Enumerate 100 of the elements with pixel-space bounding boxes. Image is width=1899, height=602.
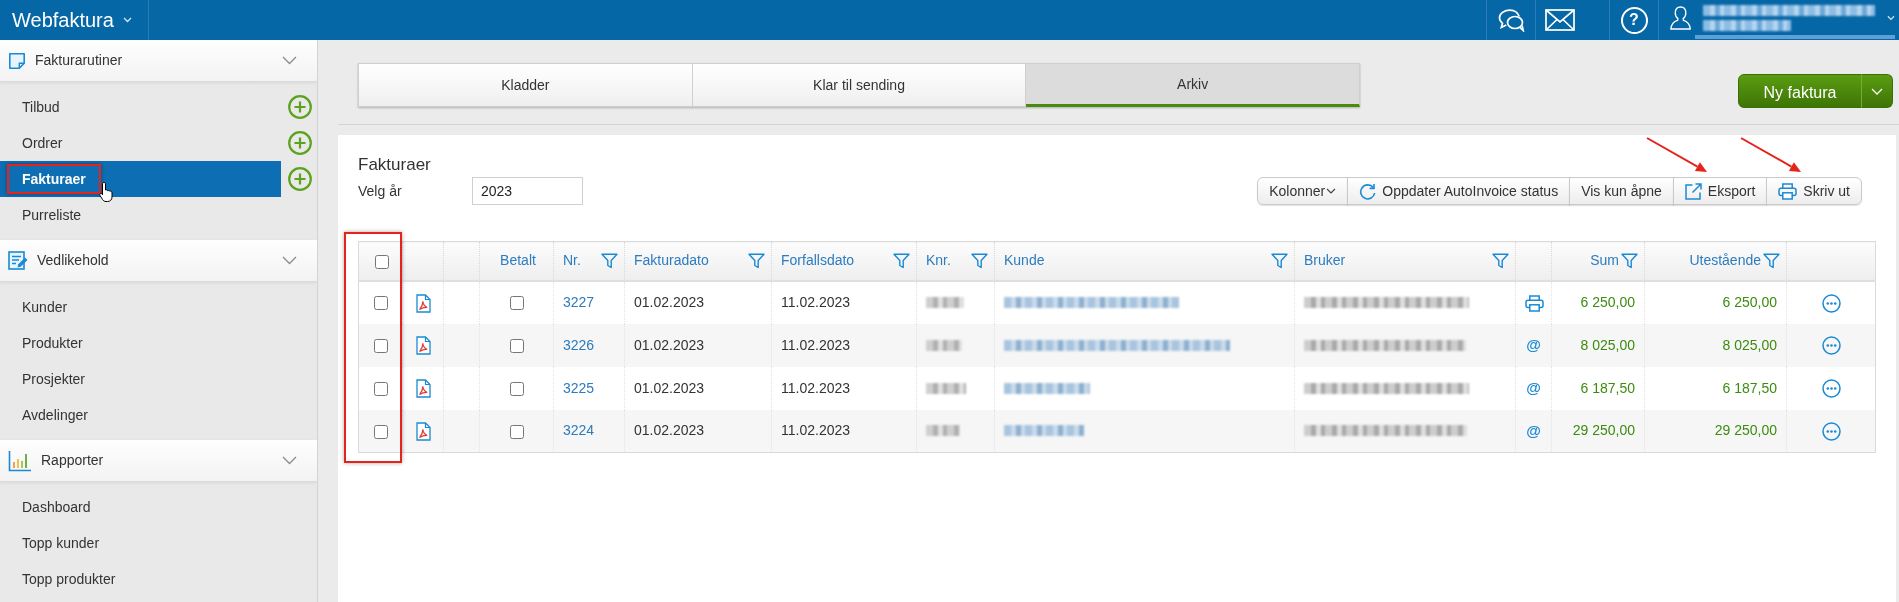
user-icon[interactable] bbox=[1670, 3, 1692, 32]
email-symbol[interactable]: @ bbox=[1526, 378, 1541, 396]
invoice-number-link[interactable]: 3224 bbox=[563, 422, 595, 439]
sidebar-item[interactable]: Dashboard bbox=[0, 489, 281, 525]
sidebar-item[interactable]: Topp kunder bbox=[0, 525, 281, 561]
table-cell: 01.02.2023 bbox=[624, 280, 772, 324]
sidebar-item[interactable]: Prosjekter bbox=[0, 361, 281, 397]
column-header[interactable]: Bruker bbox=[1304, 250, 1346, 272]
sidebar-item[interactable]: Tilbud bbox=[0, 89, 281, 125]
invoice-number-link[interactable]: 3227 bbox=[563, 294, 595, 310]
sidebar-item[interactable]: Kunder bbox=[0, 289, 281, 325]
sidebar-section-header[interactable]: Fakturarutiner bbox=[0, 40, 317, 82]
amount-cell: 6 250,00 bbox=[1644, 280, 1787, 324]
filter-icon[interactable] bbox=[748, 252, 765, 269]
help-button[interactable]: ? bbox=[1620, 6, 1648, 34]
paid-checkbox[interactable] bbox=[509, 381, 524, 396]
row-checkbox[interactable] bbox=[373, 381, 388, 396]
table-row[interactable]: 3224 01.02.2023 11.02.2023 @ 29 250,00 29 250,00 bbox=[358, 409, 1876, 453]
tab[interactable]: Arkiv bbox=[1026, 63, 1360, 107]
row-checkbox[interactable] bbox=[373, 338, 388, 353]
amount-cell: 29 250,00 bbox=[1551, 409, 1645, 453]
table-cell: 01.02.2023 bbox=[624, 409, 772, 453]
table-row[interactable]: 3225 01.02.2023 11.02.2023 @ 6 187,50 6 187,50 bbox=[358, 366, 1876, 410]
pdf-document-icon[interactable] bbox=[415, 336, 431, 356]
select-all-checkbox[interactable] bbox=[375, 254, 389, 269]
refresh-status-button[interactable]: Oppdater AutoInvoice status bbox=[1347, 177, 1571, 205]
sidebar-item[interactable]: Produkter bbox=[0, 325, 281, 361]
chevron-down-icon[interactable] bbox=[282, 456, 297, 465]
sidebar-item[interactable]: Purreliste bbox=[0, 197, 281, 233]
email-symbol[interactable]: @ bbox=[1526, 335, 1541, 353]
table-cell: 11.02.2023 bbox=[771, 366, 917, 410]
sidebar-item[interactable]: Topp produkter bbox=[0, 561, 281, 597]
caret-icon bbox=[1871, 87, 1883, 95]
add-icon[interactable] bbox=[288, 167, 312, 191]
year-field[interactable]: 2023 bbox=[472, 177, 583, 205]
column-header[interactable]: Kunde bbox=[1004, 250, 1045, 272]
sidebar-item[interactable]: Fakturaer bbox=[0, 161, 281, 197]
field-label: Velg år bbox=[358, 182, 403, 201]
pdf-document-icon[interactable] bbox=[415, 379, 431, 399]
column-header[interactable]: Knr. bbox=[926, 250, 951, 272]
invoice-document-icon bbox=[8, 51, 26, 70]
row-checkbox[interactable] bbox=[373, 424, 388, 439]
chevron-down-icon[interactable] bbox=[282, 256, 297, 265]
more-options-icon[interactable] bbox=[1821, 379, 1841, 399]
tab[interactable]: Kladder bbox=[358, 63, 693, 107]
paid-checkbox[interactable] bbox=[509, 296, 524, 311]
show-open-button[interactable]: Vis kun åpne bbox=[1569, 177, 1674, 205]
edit-list-icon bbox=[8, 251, 28, 270]
caret-icon[interactable] bbox=[1887, 14, 1895, 21]
pdf-document-icon[interactable] bbox=[415, 422, 431, 442]
column-header[interactable]: Sum bbox=[1590, 250, 1619, 272]
redacted-text bbox=[926, 425, 960, 437]
invoice-number-link[interactable]: 3226 bbox=[563, 336, 595, 353]
more-options-icon[interactable] bbox=[1821, 336, 1841, 356]
amount-cell: 6 250,00 bbox=[1551, 280, 1645, 324]
filter-icon[interactable] bbox=[1271, 252, 1288, 269]
chat-icon[interactable] bbox=[1497, 8, 1525, 32]
table-cell: 01.02.2023 bbox=[624, 366, 772, 410]
export-button[interactable]: Eksport bbox=[1672, 177, 1768, 205]
paid-checkbox[interactable] bbox=[509, 424, 524, 439]
redacted-text bbox=[926, 382, 966, 394]
printer-icon[interactable] bbox=[1525, 294, 1544, 312]
more-options-icon[interactable] bbox=[1821, 293, 1841, 313]
filter-icon[interactable] bbox=[971, 252, 988, 269]
caret-icon bbox=[1326, 188, 1337, 194]
table-cell: 11.02.2023 bbox=[771, 409, 917, 453]
split-toggle-button[interactable] bbox=[1861, 74, 1893, 108]
print-button[interactable]: Skriv ut bbox=[1766, 177, 1862, 205]
hand-cursor-icon bbox=[98, 181, 115, 203]
printer-icon bbox=[1778, 182, 1798, 200]
add-icon[interactable] bbox=[288, 95, 312, 119]
table-cell: 11.02.2023 bbox=[771, 323, 917, 367]
amount-cell: 29 250,00 bbox=[1644, 409, 1787, 453]
pdf-document-icon[interactable] bbox=[415, 293, 431, 313]
sidebar-item[interactable]: Ordrer bbox=[0, 125, 281, 161]
mail-icon[interactable] bbox=[1545, 9, 1575, 31]
columns-dropdown-button[interactable]: Kolonner bbox=[1257, 177, 1349, 205]
sidebar-section-header[interactable]: Rapporter bbox=[0, 440, 317, 482]
table-row[interactable]: 3227 01.02.2023 11.02.2023 6 250,00 6 250,00 bbox=[358, 280, 1876, 324]
filter-icon[interactable] bbox=[1492, 252, 1509, 269]
filter-icon[interactable] bbox=[1621, 252, 1638, 269]
filter-icon[interactable] bbox=[893, 252, 910, 269]
amount-cell: 8 025,00 bbox=[1644, 323, 1787, 367]
email-symbol[interactable]: @ bbox=[1526, 421, 1541, 439]
row-checkbox[interactable] bbox=[373, 296, 388, 311]
new-invoice-button[interactable]: Ny faktura bbox=[1738, 74, 1862, 108]
chevron-down-icon[interactable] bbox=[282, 56, 297, 65]
more-options-icon[interactable] bbox=[1821, 422, 1841, 442]
sidebar-section-header[interactable]: Vedlikehold bbox=[0, 240, 317, 282]
amount-cell: 6 187,50 bbox=[1551, 366, 1645, 410]
tab[interactable]: Klar til sending bbox=[692, 63, 1027, 107]
filter-icon[interactable] bbox=[1763, 252, 1780, 269]
add-icon[interactable] bbox=[288, 131, 312, 155]
filter-icon[interactable] bbox=[601, 252, 618, 269]
paid-checkbox[interactable] bbox=[509, 338, 524, 353]
sidebar-item[interactable]: Avdelinger bbox=[0, 397, 281, 433]
invoice-number-link[interactable]: 3225 bbox=[563, 379, 595, 396]
column-header[interactable]: Nr. bbox=[563, 250, 581, 272]
table-row[interactable]: 3226 01.02.2023 11.02.2023 @ 8 025,00 8 025,00 bbox=[358, 323, 1876, 367]
caret-icon bbox=[122, 17, 132, 23]
